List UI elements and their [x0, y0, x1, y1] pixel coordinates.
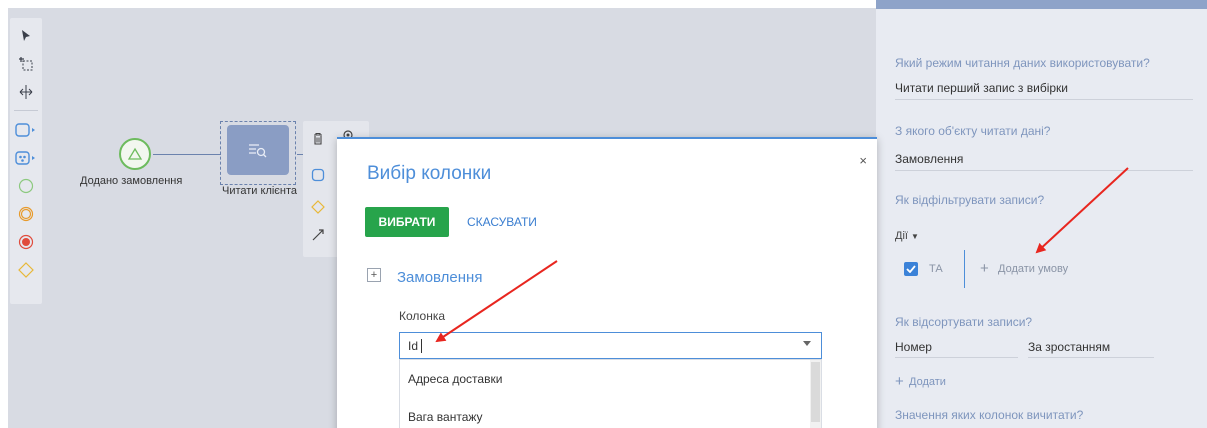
element-palette: [10, 18, 42, 304]
append-task-icon[interactable]: [307, 164, 329, 186]
select-column-dialog: Вибір колонки × ВИБРАТИ СКАСУВАТИ + Замо…: [337, 137, 877, 428]
append-gateway-icon[interactable]: [307, 196, 329, 218]
task-label: Читати клієнта: [222, 185, 298, 197]
chevron-down-icon[interactable]: [803, 341, 811, 346]
sort-direction-underline: [1028, 357, 1154, 358]
sequence-flow: [153, 154, 221, 155]
dropdown-option[interactable]: Вага вантажу: [400, 398, 810, 428]
intermediate-event-icon[interactable]: [14, 202, 38, 226]
add-condition-button[interactable]: Додати умову: [998, 263, 1068, 275]
dropdown-option[interactable]: Адреса доставки: [400, 360, 810, 396]
end-event-icon[interactable]: [14, 230, 38, 254]
dialog-title: Вибір колонки: [367, 163, 492, 184]
start-event[interactable]: [119, 138, 151, 170]
expand-icon[interactable]: +: [367, 268, 381, 282]
trash-icon[interactable]: [307, 127, 329, 149]
signal-triangle-icon: [127, 147, 143, 160]
text-caret: [421, 339, 422, 353]
close-icon[interactable]: ×: [859, 153, 867, 168]
chevron-down-icon: ▼: [911, 232, 919, 241]
space-icon[interactable]: [14, 80, 38, 104]
actions-label: Дії: [895, 230, 908, 242]
sort-direction-field[interactable]: За зростанням: [1028, 340, 1110, 354]
read-mode-field[interactable]: Читати перший запис з вибірки: [895, 81, 1068, 95]
select-button[interactable]: ВИБРАТИ: [365, 207, 449, 237]
panel-header-bar: [876, 0, 1207, 9]
palette-separator: [14, 110, 38, 111]
add-sort-button[interactable]: Додати: [909, 376, 946, 388]
read-mode-underline: [895, 99, 1193, 100]
canvas-top-edge: [0, 0, 876, 8]
column-combobox[interactable]: Id: [399, 332, 822, 359]
connect-icon[interactable]: [307, 224, 329, 246]
check-icon: [906, 265, 916, 273]
dropdown-scrollbar[interactable]: [810, 360, 821, 428]
cancel-button[interactable]: СКАСУВАТИ: [467, 215, 537, 229]
filter-group-bar: [964, 250, 965, 288]
sort-column-field[interactable]: Номер: [895, 340, 932, 354]
task-icon[interactable]: [14, 118, 38, 142]
start-event-label: Додано замовлення: [80, 175, 183, 187]
and-checkbox[interactable]: [904, 262, 918, 276]
column-label: Колонка: [399, 309, 446, 323]
subprocess-icon[interactable]: [14, 146, 38, 170]
add-sort-plus-icon[interactable]: +: [895, 373, 904, 390]
filter-question: Як відфільтрувати записи?: [895, 193, 1045, 207]
lasso-icon[interactable]: [14, 52, 38, 76]
gateway-icon[interactable]: [14, 258, 38, 282]
object-question: З якого об'єкту читати дані?: [895, 124, 1051, 138]
object-underline: [895, 170, 1193, 171]
object-group-title[interactable]: Замовлення: [397, 269, 482, 286]
sort-column-underline: [895, 357, 1018, 358]
read-data-task[interactable]: [227, 125, 289, 175]
add-condition-plus-icon[interactable]: +: [980, 260, 989, 277]
column-input-value[interactable]: Id: [408, 339, 418, 353]
sort-question: Як відсортувати записи?: [895, 315, 1033, 329]
and-label: ТА: [929, 263, 943, 275]
read-mode-question: Який режим читання даних використовувати…: [895, 56, 1150, 70]
scrollbar-thumb[interactable]: [811, 362, 820, 422]
object-field[interactable]: Замовлення: [895, 152, 963, 166]
properties-panel: Який режим читання даних використовувати…: [876, 0, 1207, 428]
actions-menu[interactable]: Дії ▼: [895, 230, 919, 242]
start-event-icon[interactable]: [14, 174, 38, 198]
columns-question: Значення яких колонок вичитати?: [895, 408, 1084, 422]
pointer-icon[interactable]: [14, 24, 38, 48]
column-dropdown-list: Адреса доставки Вага вантажу: [399, 359, 822, 428]
canvas-left-edge: [0, 0, 8, 428]
read-data-icon: [249, 144, 267, 158]
